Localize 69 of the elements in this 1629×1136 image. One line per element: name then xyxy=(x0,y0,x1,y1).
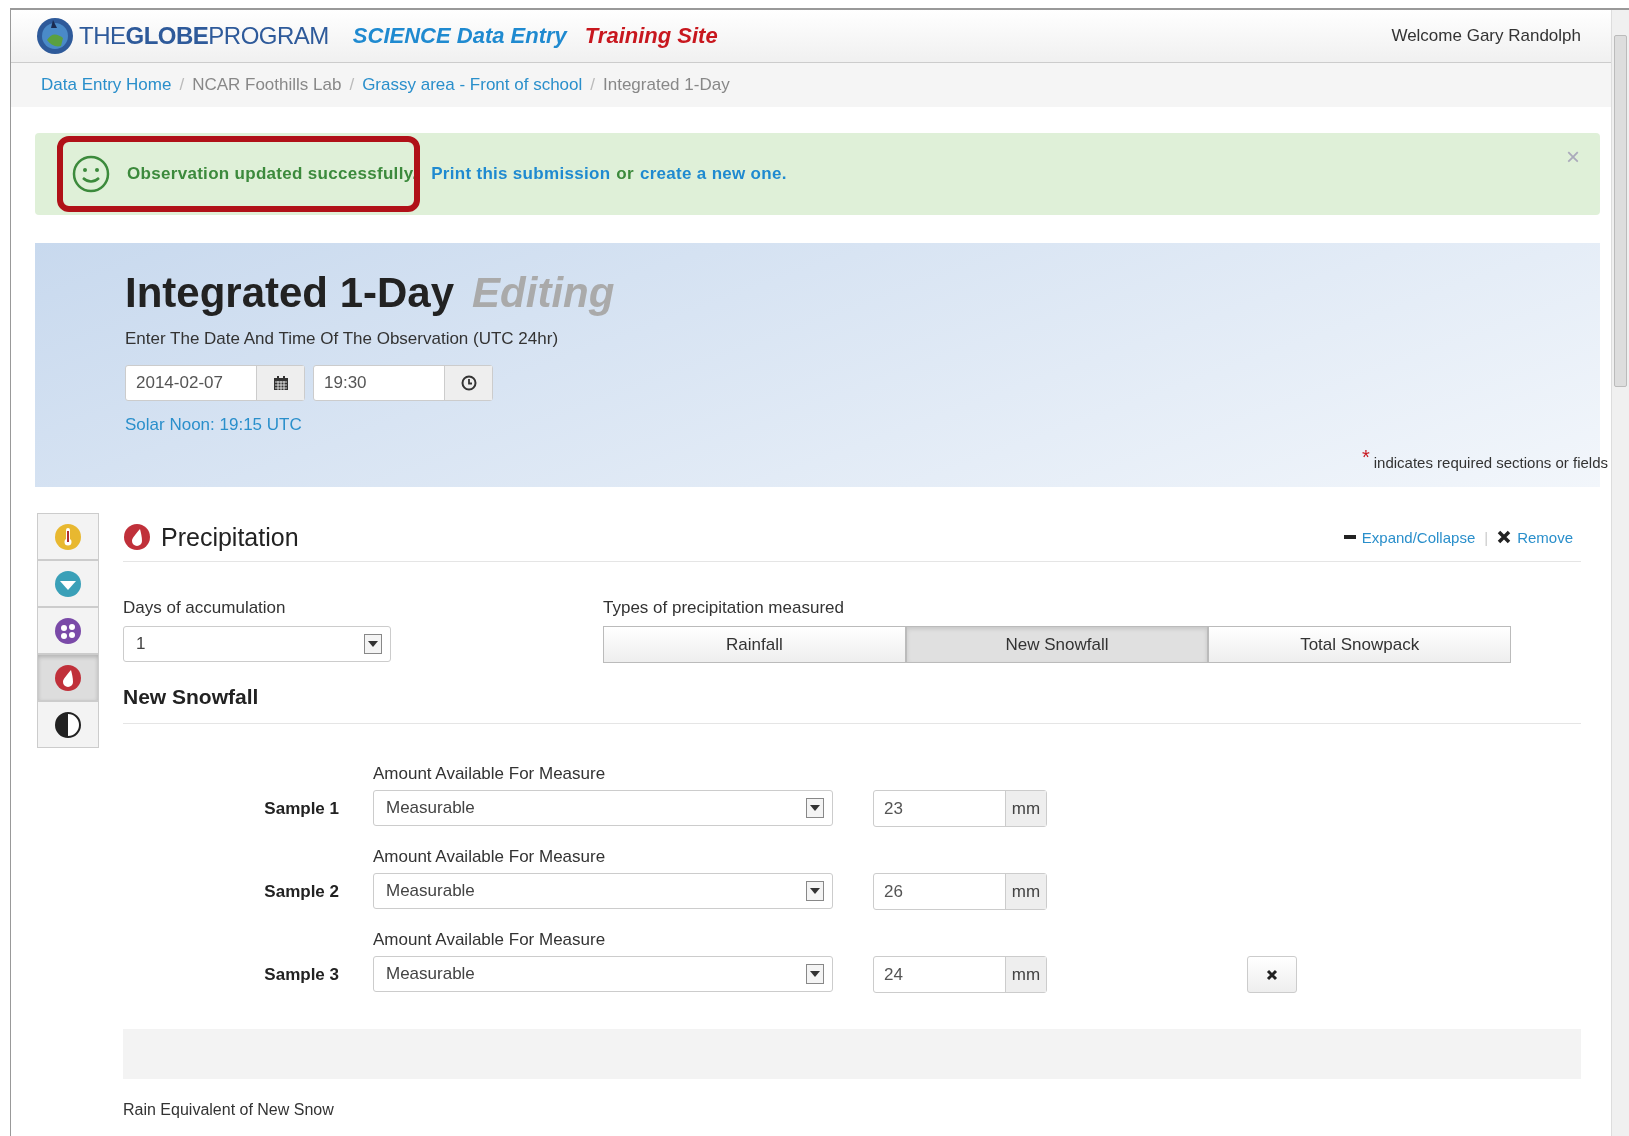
mode-label: Editing xyxy=(472,269,615,317)
unit-label: mm xyxy=(1005,791,1046,826)
unit-label: mm xyxy=(1005,957,1046,992)
remove-link[interactable]: Remove xyxy=(1517,528,1573,546)
amount-select[interactable]: Measurable xyxy=(373,790,833,826)
thermometer-icon xyxy=(54,522,82,551)
section-title: Precipitation xyxy=(161,522,299,552)
field-label: Rain Equivalent of New Snow xyxy=(123,1101,335,1119)
amount-select[interactable]: Measurable xyxy=(373,956,833,992)
clock-icon xyxy=(460,375,477,391)
half-circle-icon xyxy=(54,710,82,739)
calendar-button[interactable] xyxy=(256,366,304,400)
subsection-title: New Snowfall xyxy=(123,685,1581,724)
sample-label: Sample 1 xyxy=(264,799,339,819)
close-icon xyxy=(1497,530,1512,544)
welcome-text: Welcome Gary Randolph xyxy=(1391,26,1581,46)
page-title: Integrated 1-Day xyxy=(125,269,455,317)
field-label: Days of accumulation xyxy=(123,598,287,618)
date-time-prompt: Enter The Date And Time Of The Observation (UTC 24hr) xyxy=(125,329,560,349)
dropdown-caret-icon[interactable] xyxy=(806,964,824,984)
field-label: Types of precipitation measured xyxy=(603,598,845,618)
expand-collapse-link[interactable]: Expand/Collapse xyxy=(1361,528,1476,546)
globe-logo-icon xyxy=(35,16,75,56)
time-field[interactable]: 19:30 xyxy=(313,365,493,401)
required-note: indicates required sections or fields xyxy=(1373,454,1608,471)
app-title: SCIENCE Data Entry xyxy=(352,23,567,49)
minus-icon xyxy=(1343,535,1356,539)
field-label: Amount Available For Measure xyxy=(373,930,607,950)
required-asterisk: * xyxy=(1361,446,1370,469)
breadcrumb-separator: / xyxy=(349,75,355,95)
logo-text: THEGLOBEPROGRAM xyxy=(79,22,329,50)
breadcrumb-separator: / xyxy=(179,75,185,95)
alert-text: or xyxy=(616,164,634,184)
scrollbar[interactable] xyxy=(1611,10,1629,1136)
smiley-icon xyxy=(71,154,111,194)
depth-field[interactable]: 26 mm xyxy=(873,873,1047,910)
remove-sample-button[interactable] xyxy=(1247,956,1297,993)
breadcrumb-item: Integrated 1-Day xyxy=(603,75,730,95)
dropdown-caret-icon[interactable] xyxy=(806,881,824,901)
field-label: Amount Available For Measure xyxy=(373,847,607,867)
site-label: Training Site xyxy=(584,23,718,49)
unit-label: mm xyxy=(1005,874,1046,909)
amount-select[interactable]: Measurable xyxy=(373,873,833,909)
type-toggle[interactable]: Rainfall xyxy=(603,626,906,663)
type-toggle[interactable]: Total Snowpack xyxy=(1208,626,1511,663)
particles-icon xyxy=(54,616,82,645)
calendar-icon xyxy=(272,375,289,391)
protocol-tab[interactable] xyxy=(37,607,99,654)
protocol-tab[interactable] xyxy=(37,701,99,748)
dropdown-caret-icon[interactable] xyxy=(364,634,382,654)
cloud-icon xyxy=(54,569,82,598)
drop-icon xyxy=(123,523,151,551)
alert-message: Observation updated successfully. xyxy=(127,164,418,184)
solar-noon-text: Solar Noon: 19:15 UTC xyxy=(125,415,303,435)
breadcrumb-item: NCAR Foothills Lab xyxy=(192,75,342,95)
dropdown-caret-icon[interactable] xyxy=(806,798,824,818)
depth-field[interactable]: 23 mm xyxy=(873,790,1047,827)
days-select[interactable]: 1 xyxy=(123,626,391,662)
type-toggle[interactable]: New Snowfall xyxy=(905,626,1209,663)
date-field[interactable]: 2014-02-07 xyxy=(125,365,305,401)
close-icon xyxy=(1266,968,1278,981)
link-divider: | xyxy=(1484,528,1489,546)
field-label: Amount Available For Measure xyxy=(373,764,607,784)
sample-label: Sample 3 xyxy=(264,965,339,985)
depth-field[interactable]: 24 mm xyxy=(873,956,1047,993)
sample-label: Sample 2 xyxy=(264,882,339,902)
clock-button[interactable] xyxy=(444,366,492,400)
drop-icon xyxy=(54,663,82,692)
breadcrumb-separator: / xyxy=(590,75,595,95)
